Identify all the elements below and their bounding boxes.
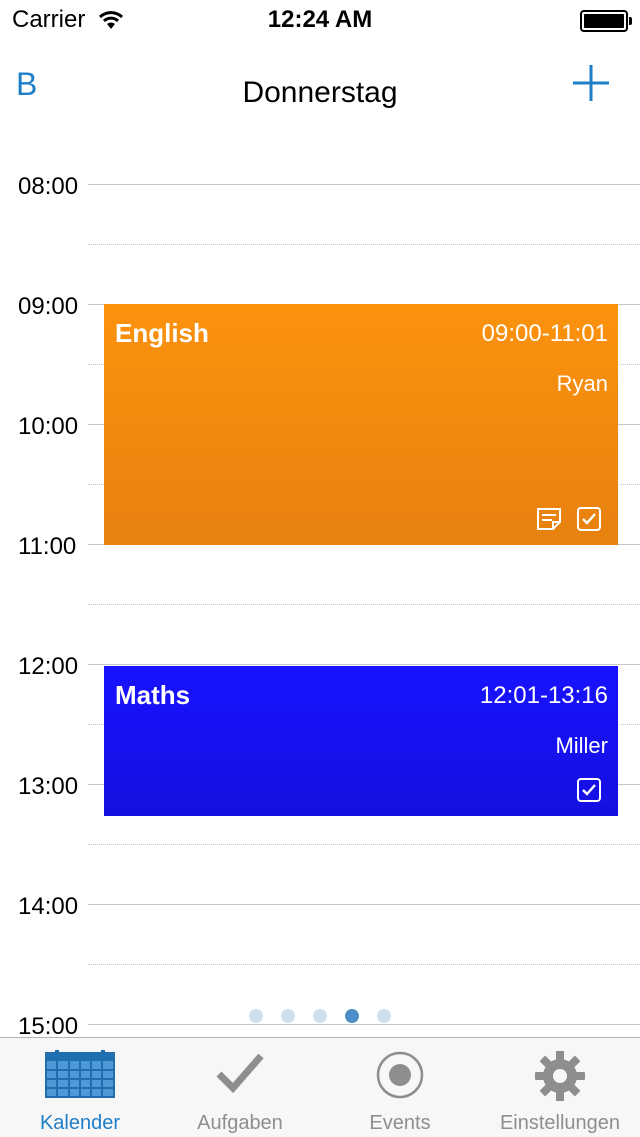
- tab-label: Aufgaben: [197, 1112, 283, 1134]
- half-hour-line: [88, 604, 640, 605]
- event-name: English: [115, 318, 209, 348]
- event-teacher: Ryan: [556, 371, 608, 396]
- calendar-icon: [45, 1050, 115, 1098]
- half-hour-line: [88, 964, 640, 965]
- page-indicator[interactable]: [0, 1009, 640, 1023]
- hour-line: [88, 184, 640, 185]
- page-dot[interactable]: [313, 1009, 327, 1023]
- hour-line: [88, 904, 640, 905]
- tab-aufgaben[interactable]: Aufgaben: [160, 1038, 320, 1137]
- hour-label: 12:00: [18, 653, 79, 680]
- checkbox-icon: [577, 778, 601, 802]
- page-dot[interactable]: [249, 1009, 263, 1023]
- hour-label: 08:00: [18, 173, 79, 200]
- add-button[interactable]: [571, 63, 611, 103]
- event-maths[interactable]: Maths 12:01-13:16 Miller: [104, 666, 618, 816]
- hour-label: 14:00: [18, 893, 79, 920]
- tab-einstellungen[interactable]: Einstellungen: [480, 1038, 640, 1137]
- event-name: Maths: [115, 680, 191, 710]
- checkbox-icon: [577, 507, 601, 531]
- tab-label: Events: [369, 1112, 431, 1134]
- hour-line: [88, 1024, 640, 1025]
- hour-line: [88, 664, 640, 665]
- event-english[interactable]: English 09:00-11:01 Ryan: [104, 304, 618, 545]
- record-icon: [376, 1051, 424, 1099]
- hour-label: 09:00: [18, 293, 79, 320]
- half-hour-line: [88, 844, 640, 845]
- hour-label: 11:00: [18, 533, 77, 560]
- page-dot[interactable]: [377, 1009, 391, 1023]
- battery-icon: [580, 10, 632, 32]
- note-icon: [537, 508, 561, 530]
- plus-icon: [573, 65, 609, 101]
- event-time: 09:00-11:01: [481, 320, 608, 347]
- gear-icon: [535, 1051, 585, 1101]
- tab-events[interactable]: Events: [320, 1038, 480, 1137]
- checkmark-icon: [216, 1053, 264, 1094]
- event-teacher: Miller: [555, 733, 608, 758]
- half-hour-line: [88, 244, 640, 245]
- tab-label: Einstellungen: [499, 1112, 621, 1134]
- event-time: 12:01-13:16: [479, 682, 608, 709]
- hour-label: 13:00: [18, 773, 79, 800]
- tab-bar: Kalender Aufgaben Events Einstellungen: [0, 1037, 640, 1137]
- tab-kalender[interactable]: Kalender: [0, 1038, 160, 1137]
- tab-label: Kalender: [39, 1112, 121, 1134]
- status-time: 12:24 AM: [267, 6, 373, 33]
- page-dot[interactable]: [281, 1009, 295, 1023]
- page-title: Donnerstag: [242, 76, 398, 109]
- hour-label: 10:00: [18, 413, 79, 440]
- page-dot-active[interactable]: [345, 1009, 359, 1023]
